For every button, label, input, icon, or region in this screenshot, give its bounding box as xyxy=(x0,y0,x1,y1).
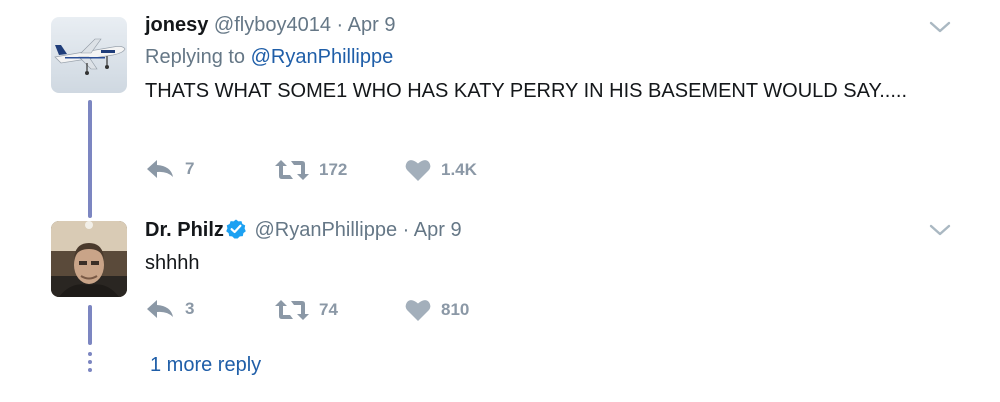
tweet-header: Dr. Philz @RyanPhillippe · Apr 9 xyxy=(145,219,462,245)
chevron-down-icon xyxy=(929,224,951,236)
verified-badge-icon xyxy=(226,219,246,245)
thread-line xyxy=(88,100,92,218)
reply-button[interactable]: 7 xyxy=(145,158,194,180)
tweet-header: jonesy @flyboy4014 · Apr 9 xyxy=(145,14,395,37)
thread-line xyxy=(88,305,92,345)
separator: · xyxy=(336,14,344,36)
display-name[interactable]: jonesy xyxy=(145,14,208,36)
display-name[interactable]: Dr. Philz xyxy=(145,219,224,241)
reply-count: 3 xyxy=(185,299,195,318)
replying-mention[interactable]: @RyanPhillippe xyxy=(251,46,394,68)
heart-icon xyxy=(405,300,431,321)
reply-button[interactable]: 3 xyxy=(145,298,194,320)
user-handle[interactable]: @RyanPhillippe xyxy=(254,219,397,241)
person-photo-icon xyxy=(51,221,127,297)
like-button[interactable]: 1.4K xyxy=(405,158,477,182)
like-count: 810 xyxy=(441,300,470,319)
replying-to: Replying to @RyanPhillippe xyxy=(145,46,393,69)
tweet-text: THATS WHAT SOME1 WHO HAS KATY PERRY IN H… xyxy=(145,80,908,102)
retweet-icon xyxy=(275,300,309,320)
tweet-date[interactable]: Apr 9 xyxy=(414,219,462,241)
reply-count: 7 xyxy=(185,159,195,178)
retweet-button[interactable]: 74 xyxy=(275,298,338,322)
retweet-button[interactable]: 172 xyxy=(275,158,347,182)
avatar[interactable] xyxy=(51,17,127,93)
tweet-jonesy[interactable]: jonesy @flyboy4014 · Apr 9 Replying to @… xyxy=(0,0,1000,210)
user-handle[interactable]: @flyboy4014 xyxy=(214,14,331,36)
replying-prefix: Replying to xyxy=(145,46,246,68)
tweet-text: shhhh xyxy=(145,252,200,274)
reply-icon xyxy=(147,160,173,178)
retweet-icon xyxy=(275,160,309,180)
more-options-button[interactable] xyxy=(929,20,951,39)
like-count: 1.4K xyxy=(441,160,477,179)
more-replies-link[interactable]: 1 more reply xyxy=(150,354,261,377)
like-button[interactable]: 810 xyxy=(405,298,469,322)
heart-icon xyxy=(405,160,431,181)
more-options-button[interactable] xyxy=(929,223,951,242)
avatar[interactable] xyxy=(51,221,127,297)
retweet-count: 74 xyxy=(319,300,338,319)
thread-ellipsis xyxy=(88,352,92,376)
separator: · xyxy=(402,219,410,241)
retweet-count: 172 xyxy=(319,160,348,179)
reply-icon xyxy=(147,300,173,318)
chevron-down-icon xyxy=(929,21,951,33)
tweet-date[interactable]: Apr 9 xyxy=(348,14,396,36)
airplane-photo-icon xyxy=(51,17,127,93)
